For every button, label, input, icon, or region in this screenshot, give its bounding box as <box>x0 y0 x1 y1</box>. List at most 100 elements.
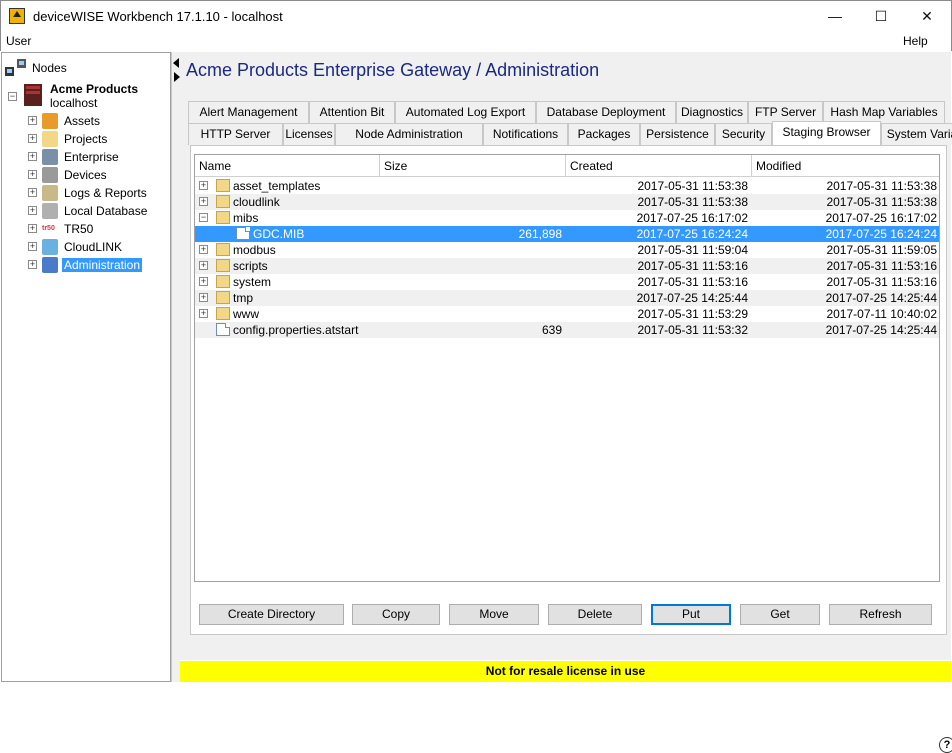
node-name: Acme Products <box>50 82 139 96</box>
tree-item-label: Logs & Reports <box>64 186 147 200</box>
node-host: localhost <box>50 96 98 110</box>
cell-name: asset_templates <box>233 179 321 193</box>
cell-created: 2017-05-31 11:53:32 <box>637 323 748 337</box>
table-row[interactable]: GDC.MIB 261,898 2017-07-25 16:24:24 2017-07… <box>195 226 939 242</box>
tab-ftp-server[interactable]: FTP Server <box>748 101 823 123</box>
cell-created: 2017-07-25 16:24:24 <box>636 227 748 241</box>
copy-button[interactable]: Copy <box>352 604 440 625</box>
maximize-button[interactable]: ☐ <box>858 1 904 31</box>
cell-modified: 2017-05-31 11:53:38 <box>826 179 937 193</box>
cell-name: scripts <box>233 259 268 273</box>
create-directory-button[interactable]: Create Directory <box>199 604 344 625</box>
close-button[interactable]: ✕ <box>904 1 950 31</box>
cell-size <box>380 210 562 226</box>
pane-splitter[interactable] <box>171 52 180 682</box>
column-header-size[interactable]: Size <box>380 155 566 177</box>
put-button[interactable]: Put <box>651 604 731 625</box>
tab-alert-management[interactable]: Alert Management <box>188 101 309 123</box>
collapse-left-icon[interactable] <box>173 58 179 68</box>
column-header-name[interactable]: Name <box>195 155 380 177</box>
tab-staging-browser[interactable]: Staging Browser <box>772 121 881 145</box>
menu-user[interactable]: User <box>6 34 31 48</box>
cell-name: config.properties.atstart <box>233 323 359 337</box>
cell-name: modbus <box>233 243 276 257</box>
main-panel: Acme Products Enterprise Gateway / Admin… <box>180 52 952 753</box>
cell-modified: 2017-07-11 10:40:02 <box>826 307 937 321</box>
tab-packages[interactable]: Packages <box>568 123 640 145</box>
tree-item-label: Projects <box>64 132 108 146</box>
tree-expander[interactable]: + <box>28 242 37 251</box>
column-header-modified[interactable]: Modified <box>752 155 939 177</box>
row-expander[interactable]: + <box>199 309 208 318</box>
tab-database-deployment[interactable]: Database Deployment <box>536 101 676 123</box>
row-expander[interactable]: + <box>199 277 208 286</box>
tree-item-label: Devices <box>64 168 107 182</box>
tab-automated-log-export[interactable]: Automated Log Export <box>395 101 536 123</box>
tab-persistence[interactable]: Persistence <box>640 123 715 145</box>
row-expander[interactable]: + <box>199 197 208 206</box>
database-icon <box>42 203 58 219</box>
get-button[interactable]: Get <box>740 604 820 625</box>
tree-expander[interactable]: + <box>28 134 37 143</box>
cell-name: system <box>233 275 272 289</box>
row-expander[interactable]: − <box>199 213 208 222</box>
table-row[interactable]: + tmp 2017-07-25 14:25:44 2017-07-25 14:25:… <box>195 290 939 306</box>
app-icon <box>9 8 25 24</box>
cell-created: 2017-07-25 16:17:02 <box>636 211 748 225</box>
refresh-button[interactable]: Refresh <box>829 604 932 625</box>
table-row[interactable]: + scripts 2017-05-31 11:53:16 2017-05-31 11… <box>195 258 939 274</box>
tree-expander[interactable]: + <box>28 224 37 233</box>
move-button[interactable]: Move <box>449 604 539 625</box>
admin-icon <box>42 257 58 273</box>
menu-help[interactable]: Help <box>903 34 928 48</box>
cell-modified: 2017-05-31 11:53:38 <box>826 195 937 209</box>
table-header: Name Size Created Modified <box>195 155 939 177</box>
tree-expander[interactable]: + <box>28 206 37 215</box>
folder-icon <box>216 291 230 304</box>
staging-browser-panel: Name Size Created Modified + asset_templa… <box>190 145 952 753</box>
tab-http-server[interactable]: HTTP Server <box>188 123 283 145</box>
cell-created: 2017-05-31 11:53:16 <box>637 275 748 289</box>
tree-expander[interactable]: + <box>28 188 37 197</box>
table-row[interactable]: config.properties.atstart 639 2017-05-31 1… <box>195 322 939 338</box>
cell-size: 639 <box>541 323 562 337</box>
table-row[interactable]: + cloudlink 2017-05-31 11:53:38 2017-05-31 … <box>195 194 939 210</box>
folder-icon <box>216 275 230 288</box>
tab-system-variables[interactable]: System Variables <box>881 123 952 145</box>
node-collapse-toggle[interactable]: − <box>8 92 17 101</box>
cell-name: www <box>233 307 259 321</box>
tree-expander[interactable]: + <box>28 152 37 161</box>
cell-name: cloudlink <box>233 195 280 209</box>
devices-icon <box>42 167 58 183</box>
tab-security[interactable]: Security <box>715 123 772 145</box>
table-row[interactable]: + modbus 2017-05-31 11:59:04 2017-05-31 11:… <box>195 242 939 258</box>
tab-attention-bit[interactable]: Attention Bit <box>309 101 395 123</box>
tab-node-administration[interactable]: Node Administration <box>335 123 483 145</box>
row-expander[interactable]: + <box>199 261 208 270</box>
help-icon[interactable]: ? <box>939 737 952 753</box>
tab-hash-map-variables[interactable]: Hash Map Variables <box>823 101 945 123</box>
title-bar: deviceWISE Workbench 17.1.10 - localhost… <box>0 0 952 31</box>
table-row[interactable]: + www 2017-05-31 11:53:29 2017-07-11 10:40:… <box>195 306 939 322</box>
tree-expander[interactable]: + <box>28 260 37 269</box>
cell-created: 2017-05-31 11:53:38 <box>637 195 748 209</box>
tab-notifications[interactable]: Notifications <box>483 123 568 145</box>
cell-size: 261,898 <box>518 227 562 241</box>
cell-created: 2017-05-31 11:59:04 <box>637 243 748 257</box>
tree-expander[interactable]: + <box>28 170 37 179</box>
tree-item-label: TR50 <box>64 222 94 236</box>
table-row[interactable]: + system 2017-05-31 11:53:16 2017-05-31 11:… <box>195 274 939 290</box>
tab-diagnostics[interactable]: Diagnostics <box>676 101 748 123</box>
tr50-icon: tr50 <box>42 225 55 232</box>
tree-expander[interactable]: + <box>28 116 37 125</box>
table-row[interactable]: − mibs 2017-07-25 16:17:02 2017-07-25 16:17… <box>195 210 939 226</box>
row-expander[interactable]: + <box>199 181 208 190</box>
row-expander[interactable]: + <box>199 293 208 302</box>
table-row[interactable]: + asset_templates 2017-05-31 11:53:38 2017-… <box>195 178 939 194</box>
row-expander[interactable]: + <box>199 245 208 254</box>
column-header-created[interactable]: Created <box>566 155 752 177</box>
minimize-button[interactable]: — <box>812 1 858 31</box>
navigation-tree: Nodes − Acme Products localhost + Assets +… <box>1 52 171 682</box>
tab-licenses[interactable]: Licenses <box>283 123 335 145</box>
delete-button[interactable]: Delete <box>548 604 642 625</box>
